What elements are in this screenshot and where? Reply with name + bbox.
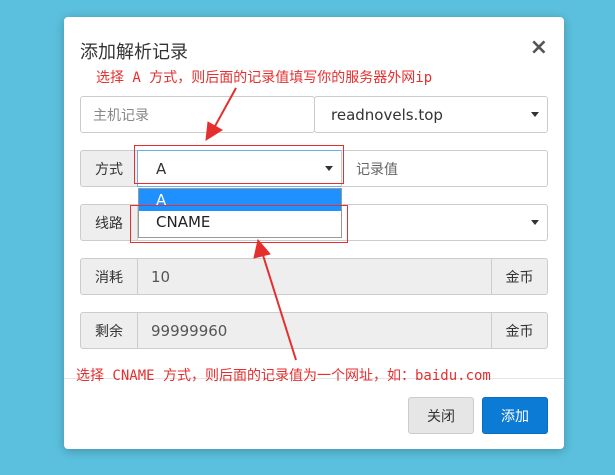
arrow-top-head	[205, 121, 223, 141]
arrow-bottom-line	[261, 251, 297, 361]
arrow-bottom-head	[253, 238, 271, 259]
arrow-top-line	[213, 87, 237, 129]
add-button[interactable]: 添加	[482, 397, 548, 434]
close-button[interactable]: 关闭	[408, 397, 474, 434]
